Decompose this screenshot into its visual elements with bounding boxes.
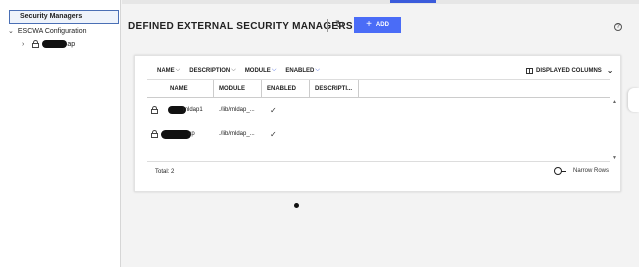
divider [147, 161, 610, 162]
app-window: Security Managers ⌄ ESCWA Configuration … [0, 0, 639, 267]
chevron-down-icon[interactable]: ⌄ [8, 27, 14, 35]
page-title: DEFINED EXTERNAL SECURITY MANAGERS [128, 21, 353, 32]
active-tab-indicator [390, 0, 436, 3]
chevron-right-icon[interactable]: › [22, 41, 24, 48]
security-managers-card: NAME ⌵ DESCRIPTION ⌵ MODULE ⌵ ENABLED ⌵ … [134, 55, 621, 192]
row-name: mldap1 [168, 99, 203, 121]
narrow-rows-label: Narrow Rows [573, 168, 610, 174]
plus-icon: + [366, 19, 372, 30]
columns-icon [526, 67, 533, 74]
filter-description[interactable]: DESCRIPTION ⌵ [189, 67, 236, 74]
column-header-module[interactable]: MODULE [214, 80, 262, 98]
filter-label: MODULE [244, 67, 271, 74]
table-row[interactable]: mldap1 ./lib/mldap_... ✓ [147, 99, 610, 121]
row-module: ./lib/mldap_... [219, 131, 255, 137]
chevron-down-icon: ⌵ [231, 67, 236, 73]
check-icon: ✓ [270, 105, 277, 115]
toggle-track [561, 170, 566, 172]
chevron-down-icon: ⌵ [271, 67, 277, 73]
filter-label: NAME [157, 67, 175, 74]
narrow-rows-toggle[interactable] [554, 167, 566, 175]
tree-item-escwa-configuration[interactable]: ⌄ ESCWA Configuration [8, 27, 87, 36]
tree-item-label: ap [67, 40, 76, 48]
filter-label: ENABLED [285, 67, 315, 74]
tree-item-ldap[interactable]: › ap [22, 40, 75, 48]
column-label: MODULE [219, 86, 245, 92]
column-label: NAME [170, 86, 188, 92]
lock-icon [32, 40, 40, 48]
top-progress-strip [122, 0, 639, 4]
column-divider[interactable] [358, 80, 359, 98]
check-icon: ✓ [270, 129, 277, 139]
row-name: ap [161, 123, 195, 145]
chevron-down-icon: ⌵ [315, 67, 320, 73]
column-label: DESCRIPTI... [315, 86, 353, 92]
sidebar: Security Managers ⌄ ESCWA Configuration … [0, 0, 121, 267]
filter-bar: NAME ⌵ DESCRIPTION ⌵ MODULE ⌵ ENABLED ⌵ [157, 67, 329, 74]
add-button-label: ADD [375, 22, 389, 28]
row-name-suffix: ap [188, 131, 195, 137]
filter-module[interactable]: MODULE ⌵ [245, 67, 277, 74]
side-panel-handle[interactable] [628, 88, 639, 112]
sidebar-item-security-managers[interactable]: Security Managers [9, 10, 119, 24]
lock-icon [151, 130, 158, 138]
displayed-columns-label: DISPLAYED COLUMNS [536, 67, 602, 74]
tree-item-label: ESCWA Configuration [17, 27, 87, 35]
redacted-text [42, 40, 68, 48]
row-module: ./lib/mldap_... [219, 107, 255, 113]
table-row[interactable]: ap ./lib/mldap_... ✓ [147, 123, 610, 145]
filter-name[interactable]: NAME ⌵ [157, 67, 180, 74]
column-header-description[interactable]: DESCRIPTI... [310, 80, 358, 98]
add-button[interactable]: + ADD [354, 17, 401, 33]
column-header-name[interactable]: NAME [165, 80, 220, 98]
column-label: ENABLED [267, 86, 297, 92]
chevron-down-icon: ⌵ [175, 67, 181, 73]
help-icon[interactable]: ? [614, 23, 622, 31]
divider [327, 19, 328, 32]
redacted-text [161, 129, 191, 139]
table-header: NAME MODULE ENABLED DESCRIPTI... [147, 80, 610, 98]
displayed-columns-button[interactable]: DISPLAYED COLUMNS ⌄ [526, 66, 614, 75]
scroll-up-icon[interactable]: ▲ [612, 99, 617, 105]
mouse-cursor-dot [294, 203, 299, 208]
table-scrollbar[interactable]: ▲ ▼ [612, 99, 618, 161]
total-count: Total: 2 [155, 169, 175, 175]
column-header-enabled[interactable]: ENABLED [262, 80, 310, 98]
filter-enabled[interactable]: ENABLED ⌵ [285, 67, 320, 74]
table-body: mldap1 ./lib/mldap_... ✓ ap ./lib/mldap_… [147, 99, 610, 157]
chevron-down-icon: ⌄ [606, 66, 614, 75]
scroll-down-icon[interactable]: ▼ [612, 155, 617, 161]
refresh-icon[interactable]: ↻ [335, 18, 344, 31]
row-name-suffix: mldap1 [183, 107, 203, 113]
filter-label: DESCRIPTION [189, 67, 231, 74]
lock-icon [151, 106, 158, 114]
